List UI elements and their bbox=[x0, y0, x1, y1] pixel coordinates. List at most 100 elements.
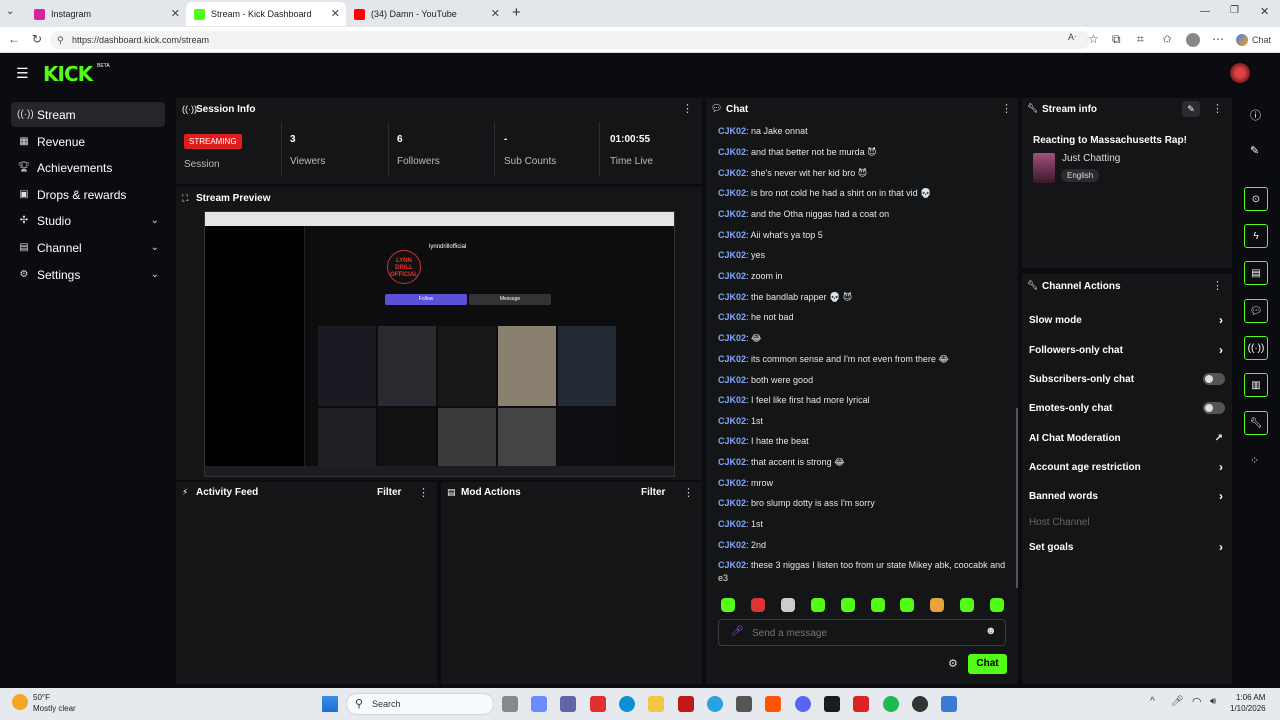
mcafee-icon[interactable] bbox=[678, 696, 694, 712]
mod-log-toggle-icon[interactable]: ▤ bbox=[1244, 261, 1268, 285]
chat-username[interactable]: CJK02 bbox=[718, 519, 746, 529]
sidebar-item-drops-rewards[interactable]: ▣ Drops & rewards bbox=[11, 182, 165, 207]
copilot-icon[interactable] bbox=[531, 696, 547, 712]
profile-avatar-icon[interactable] bbox=[1186, 33, 1200, 47]
emote-icon[interactable] bbox=[990, 598, 1004, 612]
maximize-icon[interactable]: ❐ bbox=[1230, 5, 1239, 16]
url-field[interactable]: ⚲ https://dashboard.kick.com/stream bbox=[50, 31, 1090, 49]
chat-username[interactable]: CJK02 bbox=[718, 540, 746, 550]
chat-settings-icon[interactable]: ⚙ bbox=[948, 657, 958, 670]
banned-words-row[interactable]: Banned words › bbox=[1029, 486, 1229, 506]
emote-icon[interactable] bbox=[811, 598, 825, 612]
emotes-only-toggle[interactable] bbox=[1203, 402, 1225, 414]
emote-icon[interactable] bbox=[781, 598, 795, 612]
split-screen-icon[interactable]: ⌗ bbox=[1137, 32, 1144, 47]
filter-button[interactable]: Filter bbox=[377, 487, 401, 498]
filter-button[interactable]: Filter bbox=[641, 487, 665, 498]
ai-moderation-row[interactable]: AI Chat Moderation ↗ bbox=[1029, 428, 1229, 448]
chat-username[interactable]: CJK02 bbox=[718, 230, 746, 240]
tab-instagram[interactable]: Instagram ✕ bbox=[26, 2, 186, 26]
more-options-icon[interactable]: ⋮ bbox=[683, 486, 694, 499]
set-goals-row[interactable]: Set goals › bbox=[1029, 537, 1229, 557]
close-window-icon[interactable]: ✕ bbox=[1260, 5, 1269, 18]
weather-icon[interactable] bbox=[12, 694, 28, 710]
followers-only-row[interactable]: Followers-only chat › bbox=[1029, 340, 1229, 360]
microphone-icon[interactable]: 🎤︎ bbox=[731, 626, 744, 637]
account-age-row[interactable]: Account age restriction › bbox=[1029, 457, 1229, 477]
info-icon[interactable]: ⓘ bbox=[1250, 107, 1261, 123]
read-aloud-icon[interactable]: Aᐧ bbox=[1068, 32, 1076, 43]
sidebar-item-channel[interactable]: ▤ Channel ⌄ bbox=[11, 235, 165, 260]
emote-icon[interactable] bbox=[930, 598, 944, 612]
app-icon[interactable] bbox=[590, 696, 606, 712]
sidebar-item-studio[interactable]: ✣ Studio ⌄ bbox=[11, 208, 165, 233]
menu-icon[interactable]: ☰ bbox=[16, 65, 29, 82]
copilot-chat-button[interactable]: Chat bbox=[1236, 34, 1271, 46]
chat-username[interactable]: CJK02 bbox=[718, 560, 746, 570]
slow-mode-row[interactable]: Slow mode › bbox=[1029, 310, 1229, 330]
site-info-icon[interactable]: ⚲ bbox=[57, 31, 64, 49]
actions-toggle-icon[interactable]: ▥ bbox=[1244, 373, 1268, 397]
stream-preview-video[interactable]: LYNN DRILL OFFICIAL lynndrillofficial Fo… bbox=[204, 211, 675, 477]
chat-username[interactable]: CJK02 bbox=[718, 354, 746, 364]
notepad-icon[interactable] bbox=[941, 696, 957, 712]
subscribers-only-toggle[interactable] bbox=[1203, 373, 1225, 385]
app-icon[interactable] bbox=[853, 696, 869, 712]
emoji-icon[interactable]: ☻ bbox=[985, 625, 997, 637]
chat-username[interactable]: CJK02 bbox=[718, 457, 746, 467]
pencil-icon[interactable]: ✎ bbox=[1250, 144, 1259, 157]
app-icon[interactable] bbox=[824, 696, 840, 712]
chat-username[interactable]: CJK02 bbox=[718, 250, 746, 260]
edit-icon[interactable]: ✎ bbox=[1182, 101, 1200, 117]
chat-username[interactable]: CJK02 bbox=[718, 375, 746, 385]
tab-list-chevron-icon[interactable]: ⌄ bbox=[6, 6, 14, 17]
extensions-icon[interactable]: ⧉ bbox=[1112, 32, 1121, 47]
emote-icon[interactable] bbox=[721, 598, 735, 612]
discord-icon[interactable] bbox=[795, 696, 811, 712]
favorite-star-icon[interactable]: ☆ bbox=[1088, 32, 1099, 46]
chat-username[interactable]: CJK02 bbox=[718, 436, 746, 446]
emote-icon[interactable] bbox=[751, 598, 765, 612]
minimize-icon[interactable]: — bbox=[1200, 6, 1210, 17]
microphone-tray-icon[interactable]: 🎤︎ bbox=[1171, 696, 1184, 707]
more-options-icon[interactable]: ⋮ bbox=[682, 102, 693, 115]
more-options-icon[interactable]: ⋮ bbox=[418, 486, 429, 499]
favorites-icon[interactable]: ✩ bbox=[1162, 32, 1172, 46]
clock-date[interactable]: 1/10/2026 bbox=[1230, 704, 1266, 713]
chat-toggle-icon[interactable]: 💬︎ bbox=[1244, 299, 1268, 323]
chat-username[interactable]: CJK02 bbox=[718, 292, 746, 302]
preview-toggle-icon[interactable]: ⊙ bbox=[1244, 187, 1268, 211]
chat-username[interactable]: CJK02 bbox=[718, 188, 746, 198]
volume-icon[interactable]: 🔊︎ bbox=[1210, 696, 1216, 707]
clock-time[interactable]: 1:06 AM bbox=[1236, 693, 1265, 702]
app-icon[interactable] bbox=[707, 696, 723, 712]
close-tab-icon[interactable]: ✕ bbox=[491, 7, 500, 20]
chat-username[interactable]: CJK02 bbox=[718, 333, 746, 343]
wifi-icon[interactable]: ◠ bbox=[1192, 695, 1202, 708]
session-toggle-icon[interactable]: ((·)) bbox=[1244, 336, 1268, 360]
send-chat-button[interactable]: Chat bbox=[968, 654, 1007, 674]
stream-info-toggle-icon[interactable]: 🔧︎ bbox=[1244, 411, 1268, 435]
chat-username[interactable]: CJK02 bbox=[718, 271, 746, 281]
emote-icon[interactable] bbox=[960, 598, 974, 612]
edge-icon[interactable] bbox=[619, 696, 635, 712]
store-icon[interactable] bbox=[736, 696, 752, 712]
add-widget-icon[interactable]: ⁘ bbox=[1250, 454, 1259, 467]
chat-username[interactable]: CJK02 bbox=[718, 395, 746, 405]
close-tab-icon[interactable]: ✕ bbox=[171, 7, 180, 20]
teams-icon[interactable] bbox=[560, 696, 576, 712]
chat-username[interactable]: CJK02 bbox=[718, 168, 746, 178]
more-options-icon[interactable]: ⋯ bbox=[1212, 32, 1224, 46]
more-options-icon[interactable]: ⋮ bbox=[1001, 102, 1012, 115]
tab-kick-dashboard[interactable]: Stream - Kick Dashboard ✕ bbox=[186, 2, 346, 26]
windows-start-icon[interactable] bbox=[322, 696, 338, 712]
sidebar-item-stream[interactable]: ((·)) Stream bbox=[11, 102, 165, 127]
sidebar-item-revenue[interactable]: ▦ Revenue bbox=[11, 129, 165, 154]
chat-username[interactable]: CJK02 bbox=[718, 209, 746, 219]
emote-icon[interactable] bbox=[871, 598, 885, 612]
github-icon[interactable] bbox=[912, 696, 928, 712]
back-icon[interactable]: ← bbox=[8, 32, 20, 46]
soundcloud-icon[interactable] bbox=[765, 696, 781, 712]
spotify-icon[interactable] bbox=[883, 696, 899, 712]
emote-icon[interactable] bbox=[841, 598, 855, 612]
